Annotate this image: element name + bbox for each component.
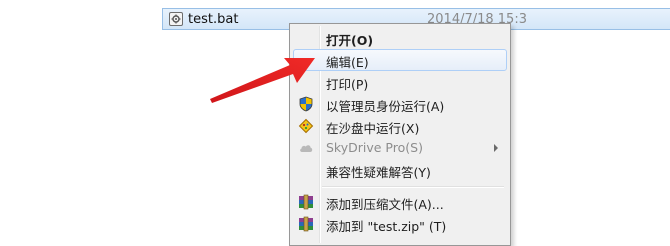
annotation-arrow-icon [210, 58, 315, 103]
